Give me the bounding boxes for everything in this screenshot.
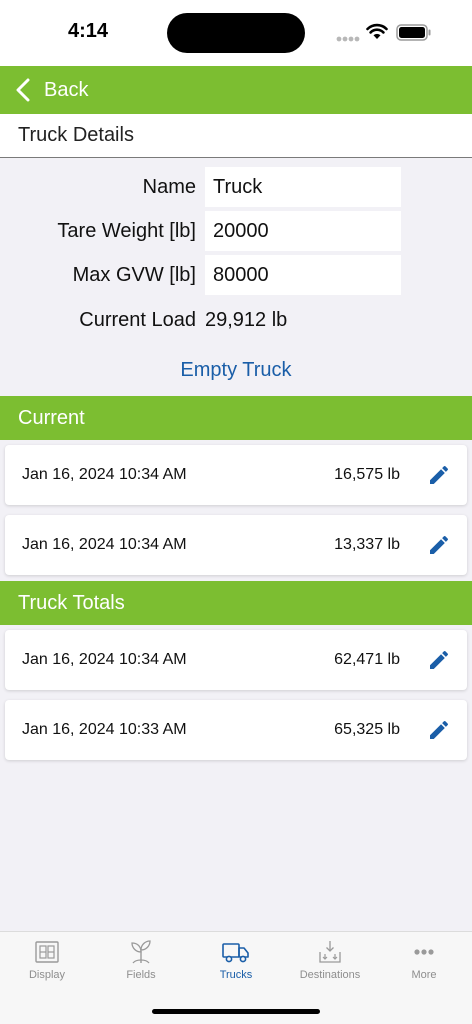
tab-display[interactable]: Display bbox=[0, 932, 94, 992]
back-label: Back bbox=[44, 78, 89, 101]
unload-icon bbox=[319, 941, 341, 963]
nav-bar: Back bbox=[0, 66, 472, 114]
tare-weight-input[interactable] bbox=[205, 211, 401, 251]
chevron-left-icon bbox=[16, 78, 30, 102]
tab-label: Trucks bbox=[219, 969, 253, 981]
list-item[interactable]: Jan 16, 2024 10:34 AM 16,575 lb bbox=[5, 445, 467, 505]
home-indicator bbox=[152, 1009, 320, 1014]
entry-date: Jan 16, 2024 10:34 AM bbox=[22, 536, 187, 553]
tab-fields[interactable]: Fields bbox=[94, 932, 188, 992]
truck-details-title: Truck Details bbox=[18, 124, 134, 146]
current-load-label: Current Load bbox=[79, 308, 196, 331]
entry-weight: 13,337 lb bbox=[334, 536, 400, 553]
name-input[interactable] bbox=[205, 167, 401, 207]
back-button[interactable]: Back bbox=[0, 66, 88, 114]
max-gvw-input[interactable] bbox=[205, 255, 401, 295]
list-item[interactable]: Jan 16, 2024 10:33 AM 65,325 lb bbox=[5, 700, 467, 760]
truck-details-header: Truck Details bbox=[0, 114, 472, 158]
entry-date: Jan 16, 2024 10:33 AM bbox=[22, 721, 187, 738]
status-time: 4:14 bbox=[68, 20, 109, 42]
edit-pencil-icon[interactable] bbox=[427, 648, 451, 672]
status-bar: 4:14 bbox=[0, 0, 472, 66]
name-row: Name bbox=[0, 167, 472, 207]
current-section-title: Current bbox=[18, 406, 85, 429]
current-section-header: Current bbox=[0, 396, 472, 440]
wifi-icon bbox=[366, 23, 388, 39]
signal-icon bbox=[336, 36, 360, 42]
sprout-icon bbox=[131, 940, 151, 964]
tare-weight-label: Tare Weight [lb] bbox=[57, 219, 196, 242]
entry-weight: 65,325 lb bbox=[334, 721, 400, 738]
tab-label: Destinations bbox=[299, 969, 361, 981]
max-gvw-row: Max GVW [lb] bbox=[0, 255, 472, 295]
tare-weight-row: Tare Weight [lb] bbox=[0, 211, 472, 251]
truck-totals-section-title: Truck Totals bbox=[18, 591, 125, 614]
edit-pencil-icon[interactable] bbox=[427, 718, 451, 742]
more-dots-icon bbox=[414, 949, 434, 955]
tab-label: Display bbox=[28, 969, 66, 981]
edit-pencil-icon[interactable] bbox=[427, 533, 451, 557]
max-gvw-label: Max GVW [lb] bbox=[72, 263, 196, 286]
entry-date: Jan 16, 2024 10:34 AM bbox=[22, 466, 187, 483]
dynamic-island bbox=[167, 13, 305, 53]
empty-truck-button[interactable]: Empty Truck bbox=[0, 354, 472, 386]
truck-totals-section-header: Truck Totals bbox=[0, 581, 472, 625]
current-load-row: Current Load 29,912 lb bbox=[0, 300, 472, 340]
tab-label: More bbox=[411, 969, 437, 981]
edit-pencil-icon[interactable] bbox=[427, 463, 451, 487]
tab-trucks[interactable]: Trucks bbox=[189, 932, 283, 992]
entry-weight: 16,575 lb bbox=[334, 466, 400, 483]
tab-label: Fields bbox=[126, 969, 156, 981]
entry-date: Jan 16, 2024 10:34 AM bbox=[22, 651, 187, 668]
list-item[interactable]: Jan 16, 2024 10:34 AM 62,471 lb bbox=[5, 630, 467, 690]
entry-weight: 62,471 lb bbox=[334, 651, 400, 668]
battery-icon bbox=[396, 24, 431, 41]
list-item[interactable]: Jan 16, 2024 10:34 AM 13,337 lb bbox=[5, 515, 467, 575]
tab-more[interactable]: More bbox=[377, 932, 471, 992]
current-load-value: 29,912 lb bbox=[205, 308, 288, 331]
truck-icon bbox=[222, 943, 249, 963]
display-icon bbox=[35, 941, 59, 963]
name-label: Name bbox=[142, 175, 196, 198]
tab-destinations[interactable]: Destinations bbox=[283, 932, 377, 992]
